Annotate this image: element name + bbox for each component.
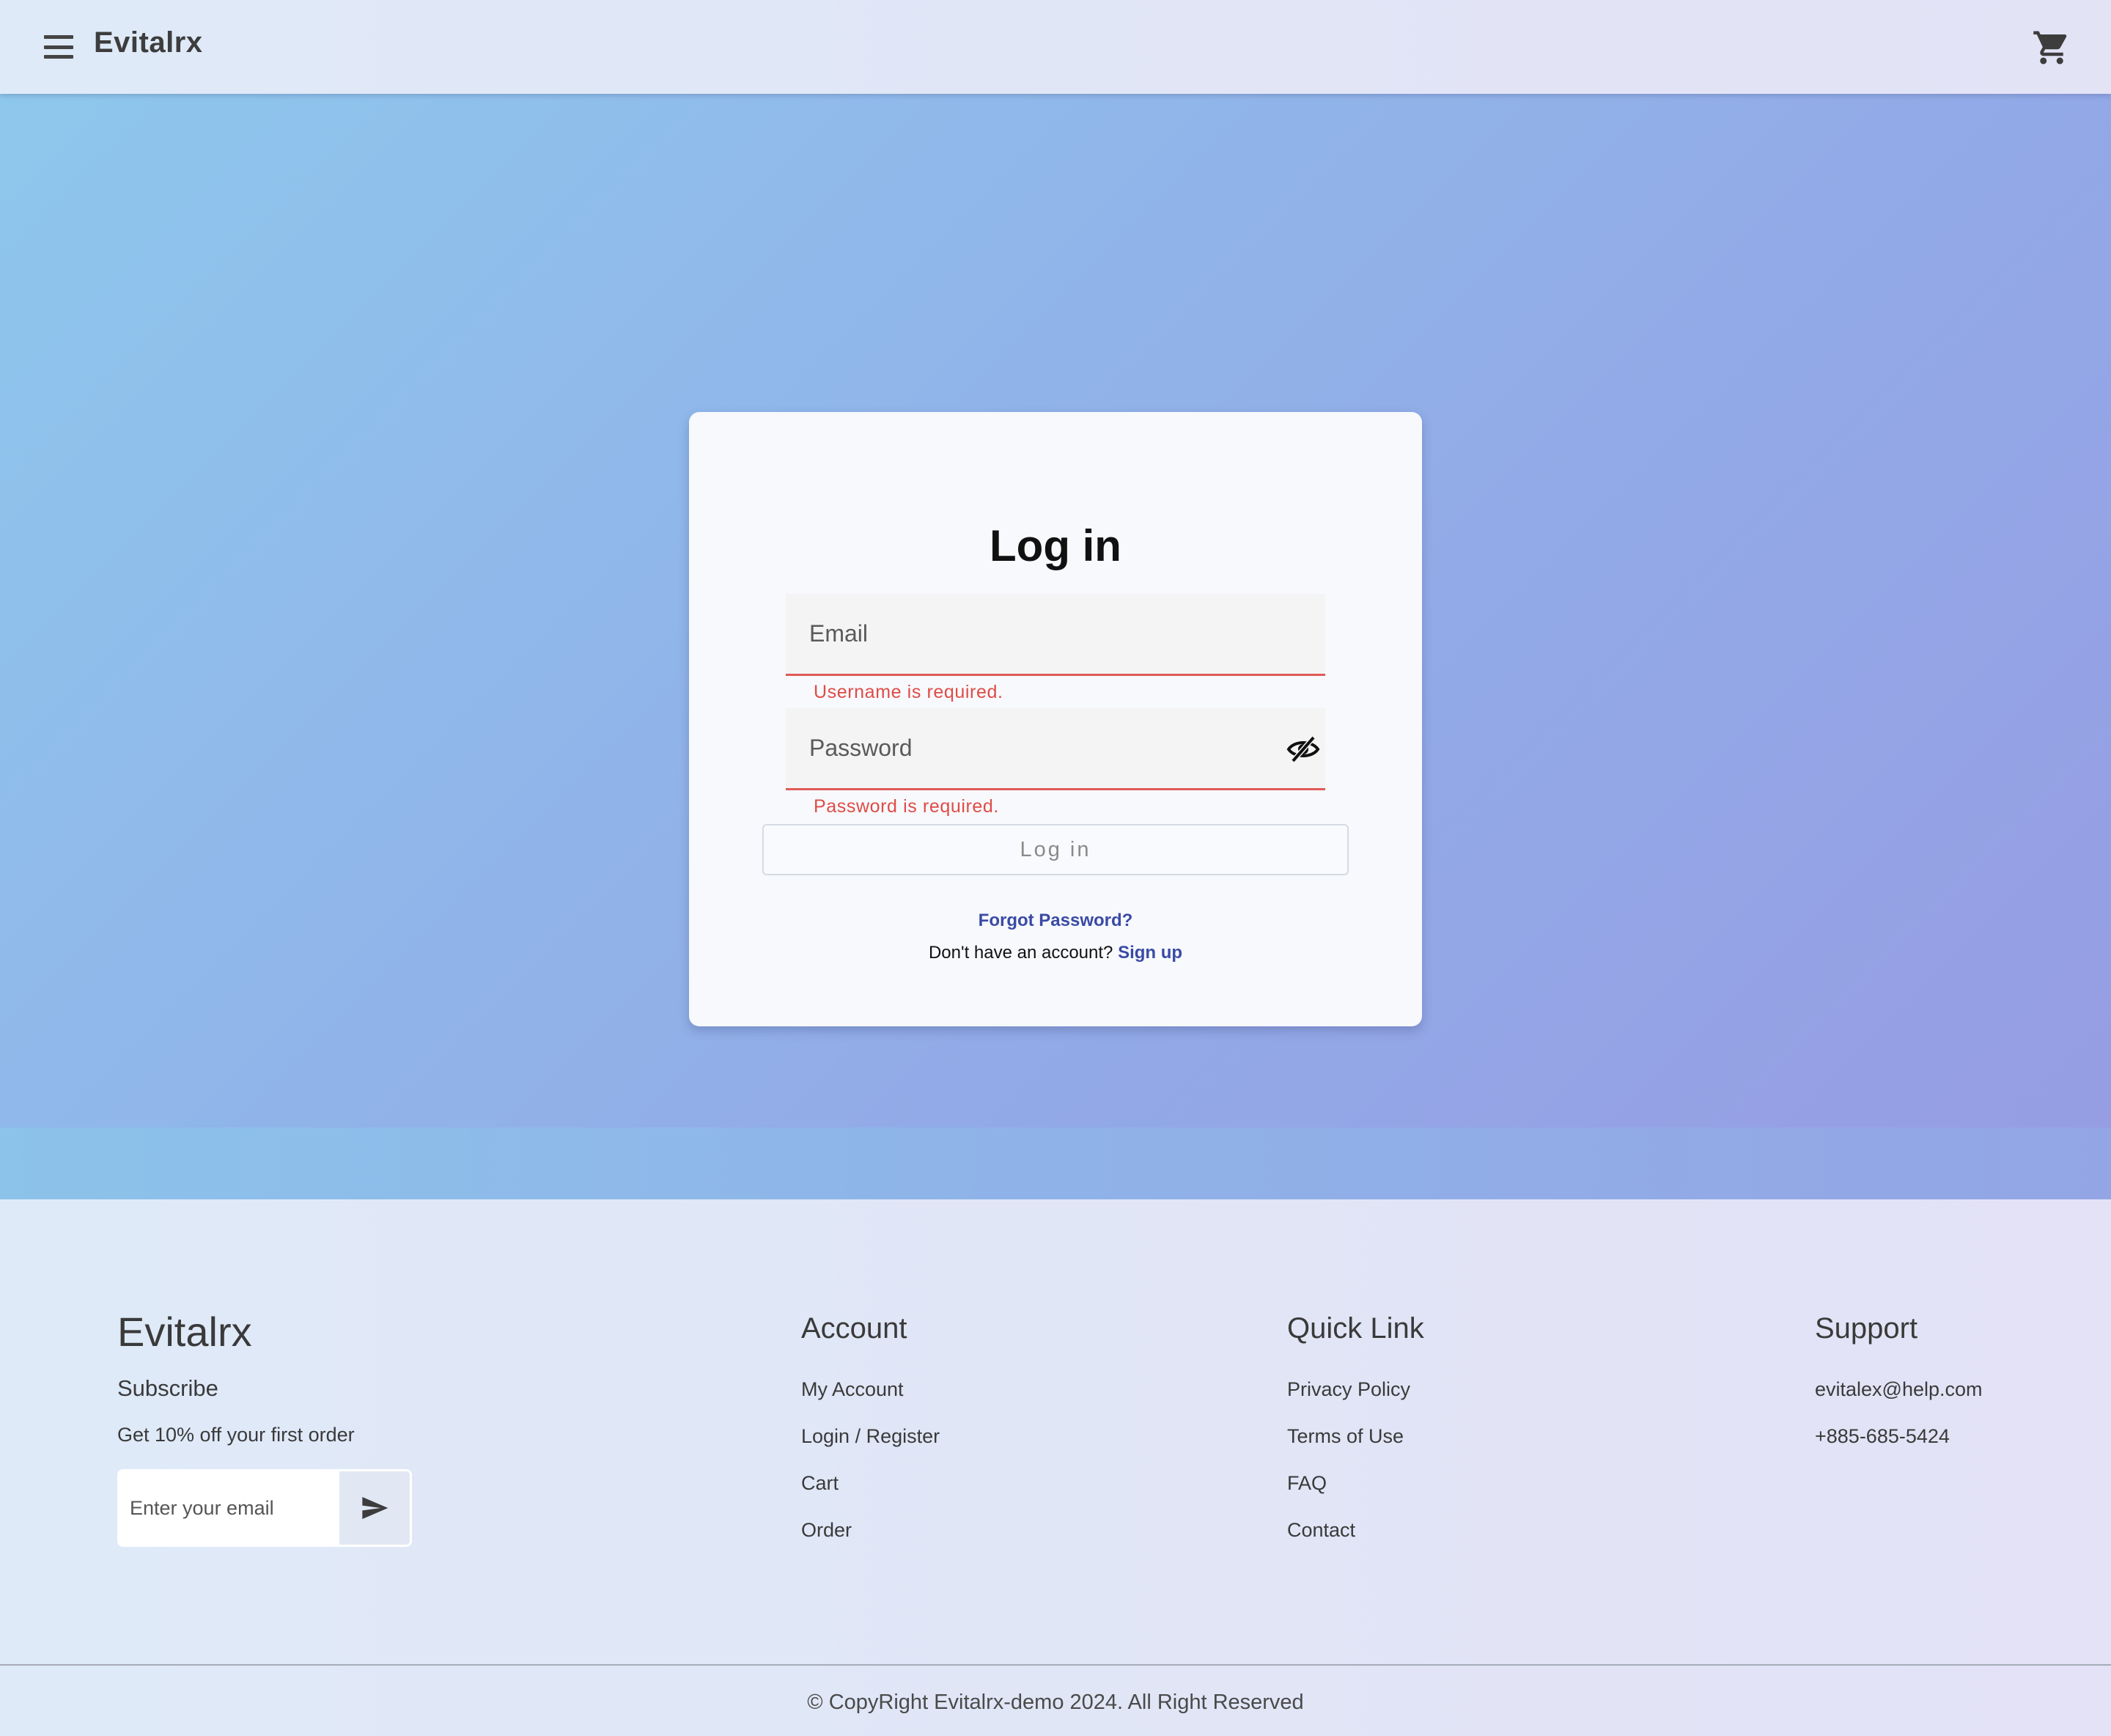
subscribe-offer-text: Get 10% off your first order (117, 1424, 355, 1446)
hero-bottom-strip (0, 1128, 2111, 1199)
support-phone[interactable]: +885-685-5424 (1815, 1425, 1950, 1448)
send-icon[interactable] (339, 1471, 410, 1545)
login-button[interactable]: Log in (762, 824, 1349, 875)
top-app-bar: Evitalrx (0, 0, 2111, 94)
hamburger-menu-icon[interactable] (40, 32, 78, 62)
password-field[interactable] (786, 708, 1325, 790)
password-error-message: Password is required. (814, 796, 999, 817)
hero-background: Log in Username is required. Password is… (0, 94, 2111, 1128)
subscribe-form (117, 1469, 412, 1547)
support-email[interactable]: evitalex@help.com (1815, 1378, 1983, 1401)
subscribe-title: Subscribe (117, 1375, 218, 1401)
eye-slash-icon[interactable] (1286, 733, 1321, 765)
email-error-message: Username is required. (814, 682, 1003, 702)
quick-link-column-title: Quick Link (1287, 1312, 1424, 1345)
login-card: Log in Username is required. Password is… (689, 412, 1422, 1026)
footer-link-my-account[interactable]: My Account (801, 1378, 904, 1401)
footer-divider (0, 1664, 2111, 1666)
subscribe-email-input[interactable] (119, 1471, 339, 1545)
brand-logo[interactable]: Evitalrx (94, 26, 203, 59)
signup-prompt-text: Don't have an account? (928, 943, 1113, 963)
shopping-cart-icon[interactable] (2032, 28, 2071, 67)
footer-link-order[interactable]: Order (801, 1519, 852, 1542)
footer-link-login-register[interactable]: Login / Register (801, 1425, 940, 1448)
footer: Evitalrx Subscribe Get 10% off your firs… (0, 1199, 2111, 1736)
footer-link-faq[interactable]: FAQ (1287, 1472, 1327, 1495)
forgot-password-link[interactable]: Forgot Password? (689, 911, 1422, 931)
copyright-text: © CopyRight Evitalrx-demo 2024. All Righ… (807, 1691, 1304, 1714)
login-title: Log in (990, 521, 1121, 570)
support-column-title: Support (1815, 1312, 1918, 1345)
footer-link-privacy-policy[interactable]: Privacy Policy (1287, 1378, 1410, 1401)
email-field[interactable] (786, 594, 1325, 676)
email-input[interactable] (786, 594, 1325, 674)
signup-link[interactable]: Sign up (1118, 943, 1182, 963)
footer-link-contact[interactable]: Contact (1287, 1519, 1355, 1542)
signup-prompt: Don't have an account? Sign up (689, 943, 1422, 963)
footer-link-cart[interactable]: Cart (801, 1472, 839, 1495)
account-column-title: Account (801, 1312, 907, 1345)
footer-link-terms-of-use[interactable]: Terms of Use (1287, 1425, 1404, 1448)
password-input[interactable] (786, 708, 1325, 788)
footer-brand: Evitalrx (117, 1309, 252, 1355)
